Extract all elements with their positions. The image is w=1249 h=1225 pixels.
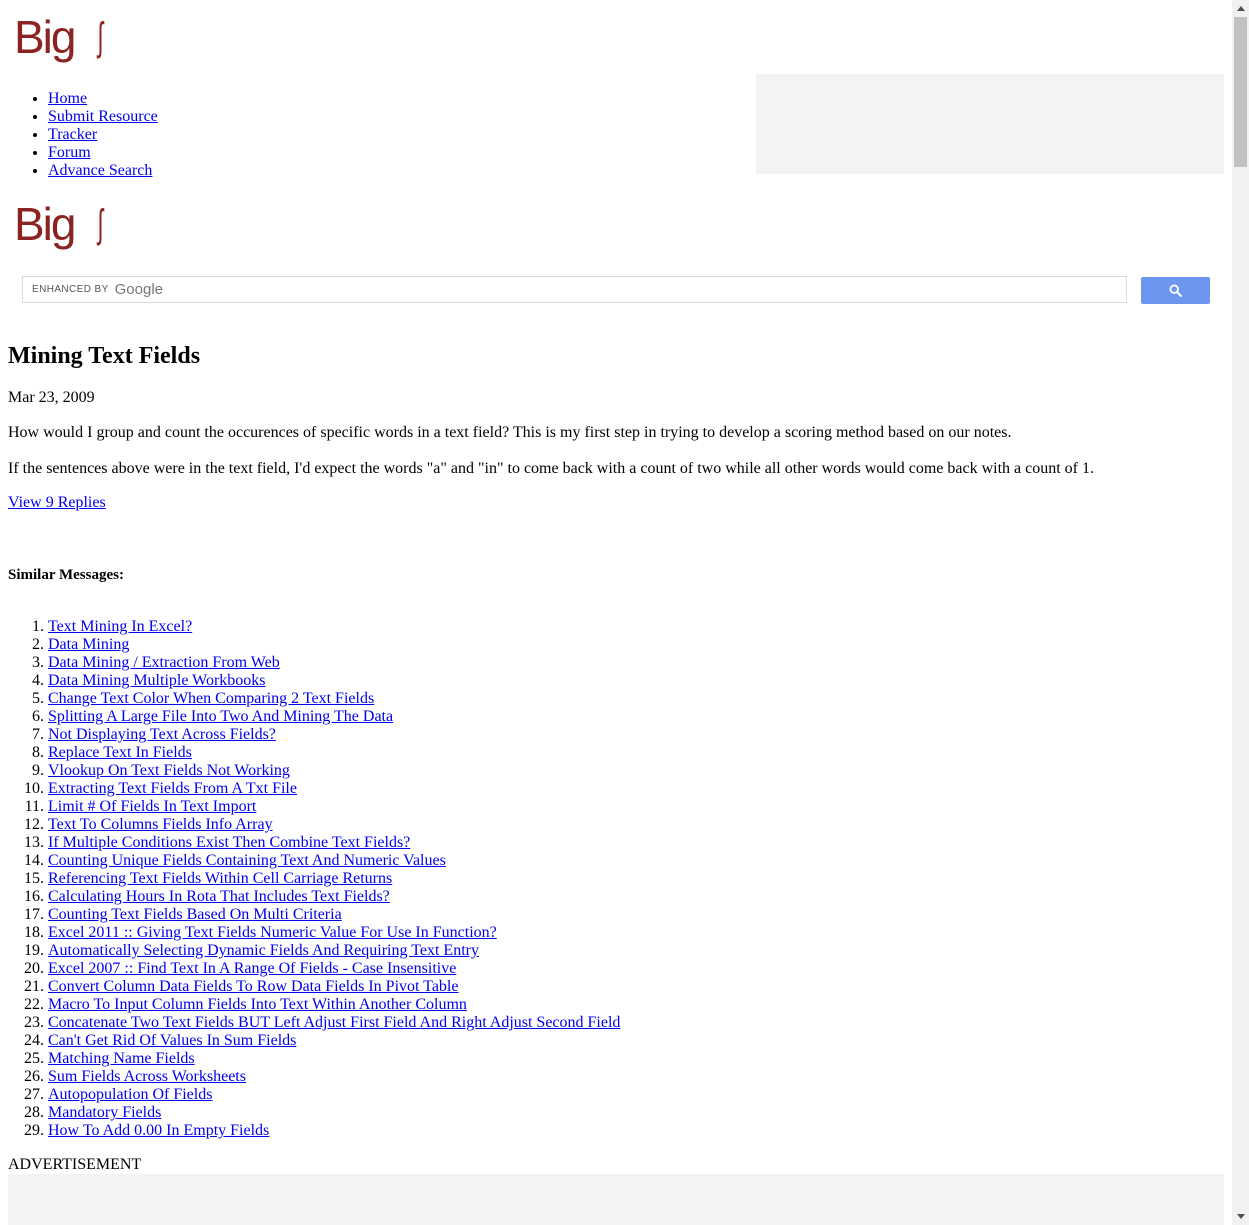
similar-message-link[interactable]: Data Mining Multiple Workbooks [48, 672, 266, 689]
main-nav: HomeSubmit ResourceTrackerForumAdvance S… [8, 90, 158, 180]
list-item: Referencing Text Fields Within Cell Carr… [48, 870, 620, 888]
list-item: Text Mining In Excel? [48, 618, 620, 636]
similar-message-link[interactable]: Convert Column Data Fields To Row Data F… [48, 978, 458, 995]
list-item: Automatically Selecting Dynamic Fields A… [48, 942, 620, 960]
list-item: Can't Get Rid Of Values In Sum Fields [48, 1032, 620, 1050]
post-paragraph: If the sentences above were in the text … [8, 460, 1095, 477]
list-item: Replace Text In Fields [48, 744, 620, 762]
list-item: Not Displaying Text Across Fields? [48, 726, 620, 744]
arrow-up-icon [1236, 6, 1245, 11]
list-item: Data Mining [48, 636, 620, 654]
similar-message-link[interactable]: If Multiple Conditions Exist Then Combin… [48, 834, 410, 851]
similar-message-link[interactable]: Macro To Input Column Fields Into Text W… [48, 996, 467, 1013]
similar-message-link[interactable]: Can't Get Rid Of Values In Sum Fields [48, 1032, 296, 1049]
similar-message-link[interactable]: Data Mining / Extraction From Web [48, 654, 280, 671]
list-item: Extracting Text Fields From A Txt File [48, 780, 620, 798]
post-content: Mining Text Fields Mar 23, 2009 How woul… [8, 336, 1224, 583]
post-date: Mar 23, 2009 [8, 389, 95, 406]
search-icon [1169, 284, 1182, 297]
similar-message-link[interactable]: Autopopulation Of Fields [48, 1086, 212, 1103]
list-item: Macro To Input Column Fields Into Text W… [48, 996, 620, 1014]
list-item: Sum Fields Across Worksheets [48, 1068, 620, 1086]
list-item: How To Add 0.00 In Empty Fields [48, 1122, 620, 1140]
scroll-up-arrow[interactable] [1232, 0, 1249, 17]
similar-message-link[interactable]: Calculating Hours In Rota That Includes … [48, 888, 390, 905]
list-item: Calculating Hours In Rota That Includes … [48, 888, 620, 906]
similar-message-link[interactable]: Text Mining In Excel? [48, 618, 192, 635]
list-item: Counting Unique Fields Containing Text A… [48, 852, 620, 870]
logo-text: Big [14, 198, 77, 250]
search-input[interactable]: ENHANCED BY Google [22, 276, 1127, 303]
list-item: Autopopulation Of Fields [48, 1086, 620, 1104]
similar-message-link[interactable]: Sum Fields Across Worksheets [48, 1068, 246, 1085]
vertical-scrollbar[interactable] [1232, 0, 1249, 1225]
google-brand-label: Google [114, 281, 164, 298]
page: Big ʃ HomeSubmit ResourceTrackerForumAdv… [0, 0, 1232, 1225]
nav-item: Home [48, 90, 158, 108]
similar-message-link[interactable]: Mandatory Fields [48, 1104, 161, 1121]
site-logo[interactable]: Big ʃ [14, 14, 105, 70]
view-replies-link[interactable]: View 9 Replies [8, 494, 106, 512]
nav-item: Submit Resource [48, 108, 158, 126]
enhanced-by-label: ENHANCED BY [32, 284, 109, 295]
arrow-down-icon [1236, 1214, 1245, 1219]
bottom-ad-banner[interactable] [8, 1174, 1224, 1225]
list-item: Mandatory Fields [48, 1104, 620, 1122]
nav-item: Forum [48, 144, 158, 162]
search-button[interactable] [1141, 277, 1210, 304]
nav-item: Advance Search [48, 162, 158, 180]
list-item: Change Text Color When Comparing 2 Text … [48, 690, 620, 708]
similar-message-link[interactable]: Automatically Selecting Dynamic Fields A… [48, 942, 479, 959]
list-item: Concatenate Two Text Fields BUT Left Adj… [48, 1014, 620, 1032]
list-item: Matching Name Fields [48, 1050, 620, 1068]
list-item: Text To Columns Fields Info Array [48, 816, 620, 834]
similar-message-link[interactable]: Extracting Text Fields From A Txt File [48, 780, 297, 797]
similar-message-link[interactable]: Referencing Text Fields Within Cell Carr… [48, 870, 392, 887]
similar-message-link[interactable]: Excel 2007 :: Find Text In A Range Of Fi… [48, 960, 456, 977]
nav-link-forum[interactable]: Forum [48, 144, 91, 161]
similar-message-link[interactable]: Matching Name Fields [48, 1050, 195, 1067]
similar-messages-heading: Similar Messages: [8, 567, 124, 583]
scroll-down-arrow[interactable] [1232, 1208, 1249, 1225]
site-logo-secondary[interactable]: Big ʃ [14, 201, 105, 257]
nav-link-tracker[interactable]: Tracker [48, 126, 97, 143]
list-item: Excel 2007 :: Find Text In A Range Of Fi… [48, 960, 620, 978]
similar-message-link[interactable]: Counting Text Fields Based On Multi Crit… [48, 906, 342, 923]
nav-link-advance-search[interactable]: Advance Search [48, 162, 152, 179]
similar-message-link[interactable]: Replace Text In Fields [48, 744, 192, 761]
google-search-bar: ENHANCED BY Google [22, 276, 1210, 306]
list-item: Excel 2011 :: Giving Text Fields Numeric… [48, 924, 620, 942]
list-item: Vlookup On Text Fields Not Working [48, 762, 620, 780]
list-item: Data Mining Multiple Workbooks [48, 672, 620, 690]
similar-message-link[interactable]: How To Add 0.00 In Empty Fields [48, 1122, 269, 1139]
similar-message-link[interactable]: Vlookup On Text Fields Not Working [48, 762, 290, 779]
post-paragraph: How would I group and count the occurenc… [8, 424, 1012, 441]
similar-message-link[interactable]: Change Text Color When Comparing 2 Text … [48, 690, 374, 707]
similar-message-link[interactable]: Data Mining [48, 636, 129, 653]
list-item: Counting Text Fields Based On Multi Crit… [48, 906, 620, 924]
similar-message-link[interactable]: Limit # Of Fields In Text Import [48, 798, 256, 815]
list-item: Data Mining / Extraction From Web [48, 654, 620, 672]
logo-mark: ʃ [98, 15, 104, 59]
advertisement-label: ADVERTISEMENT [8, 1156, 142, 1173]
list-item: If Multiple Conditions Exist Then Combin… [48, 834, 620, 852]
similar-message-link[interactable]: Splitting A Large File Into Two And Mini… [48, 708, 393, 725]
similar-message-link[interactable]: Concatenate Two Text Fields BUT Left Adj… [48, 1014, 620, 1031]
similar-message-link[interactable]: Not Displaying Text Across Fields? [48, 726, 276, 743]
similar-message-link[interactable]: Counting Unique Fields Containing Text A… [48, 852, 446, 869]
list-item: Convert Column Data Fields To Row Data F… [48, 978, 620, 996]
nav-link-submit-resource[interactable]: Submit Resource [48, 108, 158, 125]
nav-link-home[interactable]: Home [48, 90, 87, 107]
list-item: Splitting A Large File Into Two And Mini… [48, 708, 620, 726]
top-ad-banner[interactable] [756, 74, 1224, 174]
logo-mark: ʃ [98, 202, 104, 246]
similar-messages-list: Text Mining In Excel?Data MiningData Min… [8, 618, 620, 1140]
nav-item: Tracker [48, 126, 158, 144]
scrollbar-thumb[interactable] [1234, 17, 1247, 167]
similar-message-link[interactable]: Text To Columns Fields Info Array [48, 816, 273, 833]
list-item: Limit # Of Fields In Text Import [48, 798, 620, 816]
logo-text: Big [14, 11, 77, 63]
similar-message-link[interactable]: Excel 2011 :: Giving Text Fields Numeric… [48, 924, 497, 941]
page-title: Mining Text Fields [8, 343, 201, 369]
